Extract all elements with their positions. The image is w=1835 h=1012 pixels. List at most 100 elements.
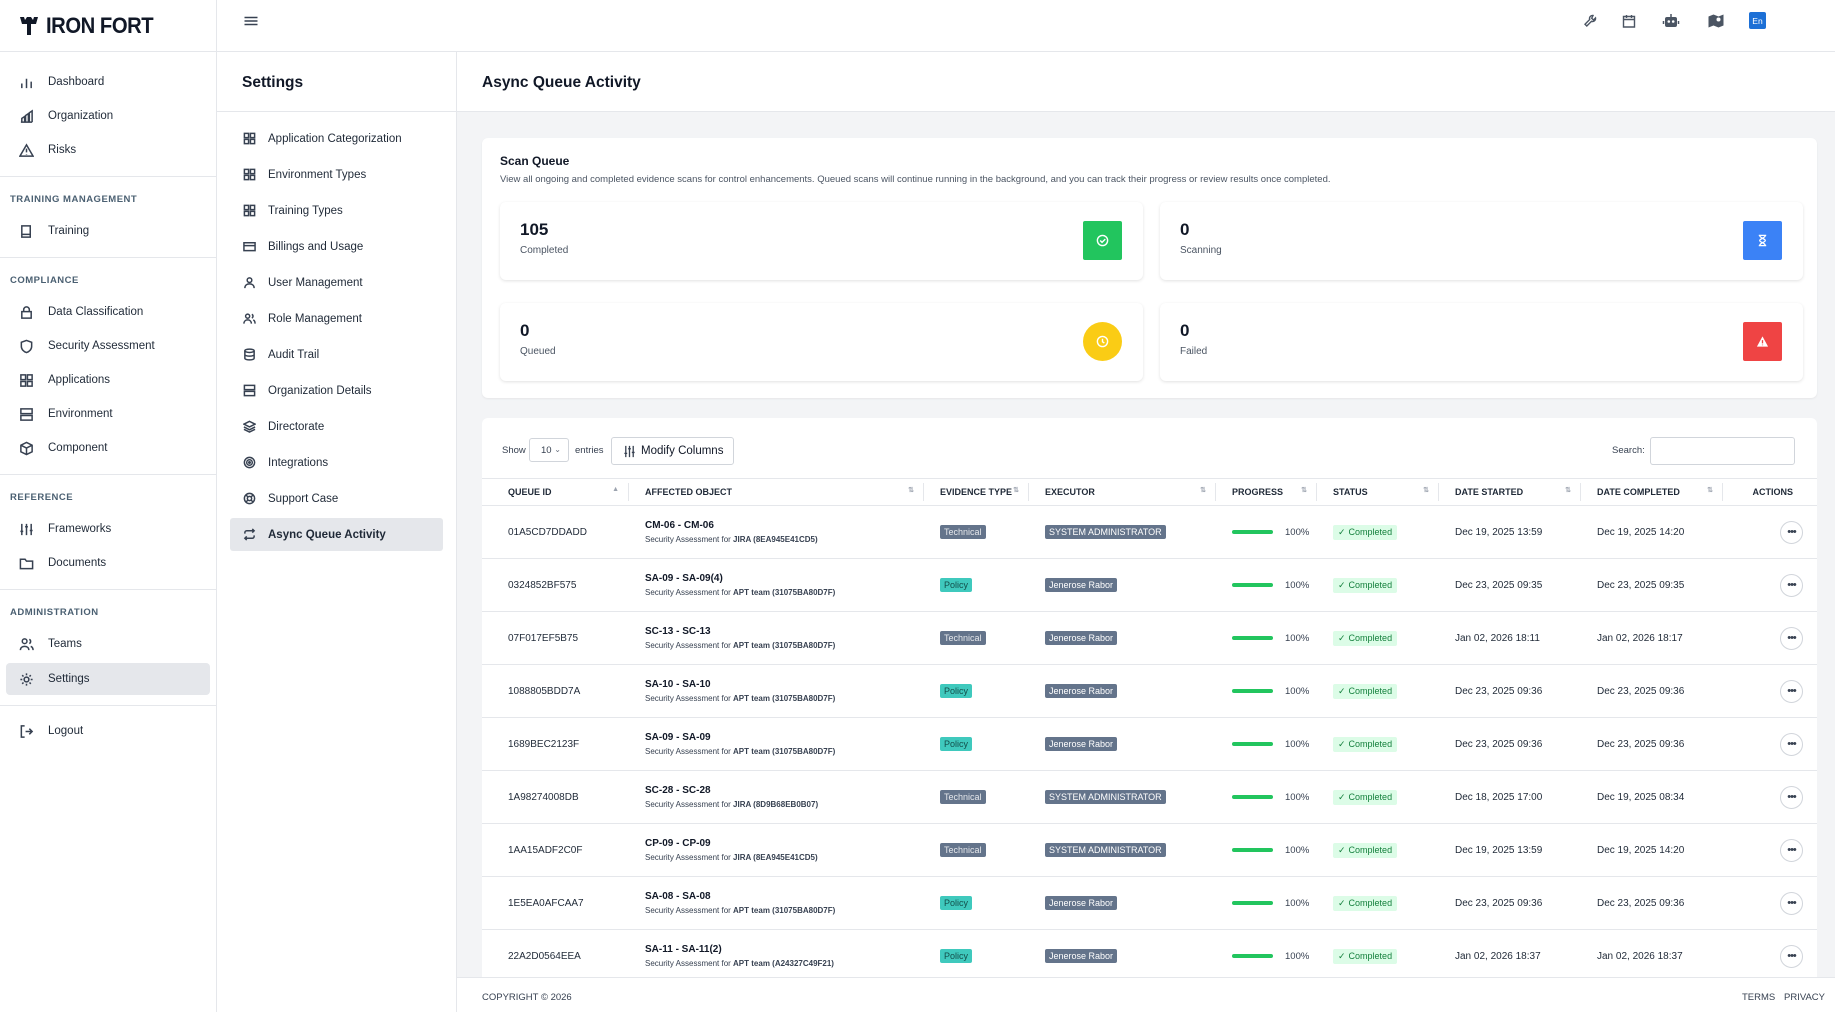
date-started: Dec 23, 2025 09:36 [1455,897,1543,909]
settings-item-organization-details[interactable]: Organization Details [230,374,443,407]
repeat-icon [243,528,256,541]
col-status[interactable]: STATUS ⇅ [1317,478,1439,506]
table-row[interactable]: 1E5EA0AFCAA7 SA-08 - SA-08 Security Assess… [482,876,1817,930]
table-row[interactable]: 0324852BF575 SA-09 - SA-09(4) Security Ass… [482,558,1817,612]
terms-link[interactable]: TERMS [1742,992,1775,1003]
date-completed-cell: Dec 19, 2025 14:20 [1581,823,1723,877]
settings-item-label: Organization Details [268,384,372,397]
col-queue-id[interactable]: QUEUE ID ▲ [482,478,629,506]
language-button[interactable]: En [1749,12,1766,29]
more-actions-button[interactable]: ••• [1780,573,1803,597]
settings-item-application-categorization[interactable]: Application Categorization [230,122,443,155]
map-icon[interactable] [1707,12,1725,30]
date-completed-cell: Dec 23, 2025 09:36 [1581,717,1723,771]
date-completed: Jan 02, 2026 18:17 [1597,632,1683,644]
scan-queue-title: Scan Queue [500,154,570,168]
more-actions-button[interactable]: ••• [1780,838,1803,862]
evidence-type-badge: Technical [940,631,986,645]
entries-select[interactable]: 10 ⌄ [529,438,569,462]
table-row[interactable]: 1689BEC2123F SA-09 - SA-09 Security Assess… [482,717,1817,771]
settings-item-directorate[interactable]: Directorate [230,410,443,443]
bar-chart-icon [21,78,32,88]
sidebar-item-label: Component [48,442,108,454]
sidebar-item-component[interactable]: Component [6,432,210,464]
settings-item-audit-trail[interactable]: Audit Trail [230,338,443,371]
more-actions-button[interactable]: ••• [1780,944,1803,968]
sidebar-item-applications[interactable]: Applications [6,364,210,396]
sidebar-item-teams[interactable]: Teams [6,628,210,660]
subtitle-prefix: Security Assessment for [645,800,734,809]
affected-object-title: CP-09 - CP-09 [645,838,711,849]
more-horizontal-icon: ••• [1787,684,1797,697]
progress-bar [1232,901,1273,905]
check-icon: ✓ [1338,526,1346,537]
col-date-completed[interactable]: DATE COMPLETED ⇅ [1581,478,1723,506]
more-actions-button[interactable]: ••• [1780,520,1803,544]
col-evidence-type[interactable]: EVIDENCE TYPE ⇅ [924,478,1029,506]
settings-item-integrations[interactable]: Integrations [230,446,443,479]
status-cell: ✓ Completed [1317,770,1439,824]
date-started: Dec 19, 2025 13:59 [1455,844,1543,856]
sidebar-item-settings[interactable]: Settings [6,663,210,695]
sidebar-item-logout[interactable]: Logout [6,715,210,747]
table-row[interactable]: 01A5CD7DDADD CM-06 - CM-06 Security Assess… [482,505,1817,559]
sidebar-item-frameworks[interactable]: Frameworks [6,513,210,545]
sidebar-item-documents[interactable]: Documents [6,547,210,579]
more-actions-button[interactable]: ••• [1780,732,1803,756]
col-progress[interactable]: PROGRESS ⇅ [1216,478,1317,506]
table-row[interactable]: 07F017EF5B75 SC-13 - SC-13 Security Assess… [482,611,1817,665]
settings-item-support-case[interactable]: Support Case [230,482,443,515]
status-badge: ✓ Completed [1333,683,1398,699]
affected-object-cell: CM-06 - CM-06 Security Assessment for JIR… [629,505,924,559]
affected-object-subtitle: Security Assessment for APT team (31075B… [645,694,924,703]
sidebar-item-training[interactable]: Training [6,215,210,247]
col-affected-object[interactable]: AFFECTED OBJECT ⇅ [629,478,924,506]
status-label: Completed [1348,951,1393,961]
stat-label: Completed [520,245,569,256]
col-label: QUEUE ID [508,487,552,497]
table-row[interactable]: 1AA15ADF2C0F CP-09 - CP-09 Security Assess… [482,823,1817,877]
sidebar-item-security-assessment[interactable]: Security Assessment [6,330,210,362]
settings-item-label: Role Management [268,312,362,325]
table-row[interactable]: 1A98274008DB SC-28 - SC-28 Security Assess… [482,770,1817,824]
table-row[interactable]: 22A2D0564EEA SA-11 - SA-11(2) Security Ass… [482,929,1817,983]
calendar-icon[interactable] [1621,13,1637,29]
sidebar-item-dashboard[interactable]: Dashboard [6,66,210,98]
privacy-link[interactable]: PRIVACY [1784,992,1825,1003]
sidebar-item-data-classification[interactable]: Data Classification [6,296,210,328]
more-actions-button[interactable]: ••• [1780,891,1803,915]
evidence-type-badge: Policy [940,896,973,910]
settings-item-user-management[interactable]: User Management [230,266,443,299]
col-date-started[interactable]: DATE STARTED ⇅ [1439,478,1581,506]
settings-item-training-types[interactable]: Training Types [230,194,443,227]
brand-logo[interactable]: IRON FORT [0,0,216,52]
more-horizontal-icon: ••• [1787,631,1797,644]
evidence-type-cell: Policy [924,664,1029,718]
more-actions-button[interactable]: ••• [1780,679,1803,703]
table-row[interactable]: 1088805BDD7A SA-10 - SA-10 Security Assess… [482,664,1817,718]
sidebar-item-organization[interactable]: Organization [6,100,210,132]
modify-columns-button[interactable]: Modify Columns [611,437,734,465]
executor-cell: Jenerose Rabor [1029,611,1216,665]
robot-icon[interactable] [1662,12,1680,30]
sidebar-item-label: Environment [48,408,113,420]
wrench-icon[interactable] [1583,13,1599,29]
sidebar-item-risks[interactable]: Risks [6,134,210,166]
entries-value: 10 [541,445,552,456]
date-started-cell: Dec 23, 2025 09:36 [1439,717,1581,771]
hamburger-menu-icon[interactable] [243,14,259,30]
sidebar-item-environment[interactable]: Environment [6,398,210,430]
col-executor[interactable]: EXECUTOR ⇅ [1029,478,1216,506]
more-actions-button[interactable]: ••• [1780,626,1803,650]
status-badge: ✓ Completed [1333,736,1398,752]
settings-item-async-queue-activity[interactable]: Async Queue Activity [230,518,443,551]
date-completed-cell: Jan 02, 2026 18:37 [1581,929,1723,983]
settings-item-environment-types[interactable]: Environment Types [230,158,443,191]
date-started: Dec 19, 2025 13:59 [1455,526,1543,538]
settings-item-role-management[interactable]: Role Management [230,302,443,335]
settings-item-billings-and-usage[interactable]: Billings and Usage [230,230,443,263]
search-input[interactable] [1650,437,1795,465]
check-icon: ✓ [1338,685,1346,696]
more-actions-button[interactable]: ••• [1780,785,1803,809]
queue-table-card: Show 10 ⌄ entries Modify Columns Search:… [482,418,1817,1012]
